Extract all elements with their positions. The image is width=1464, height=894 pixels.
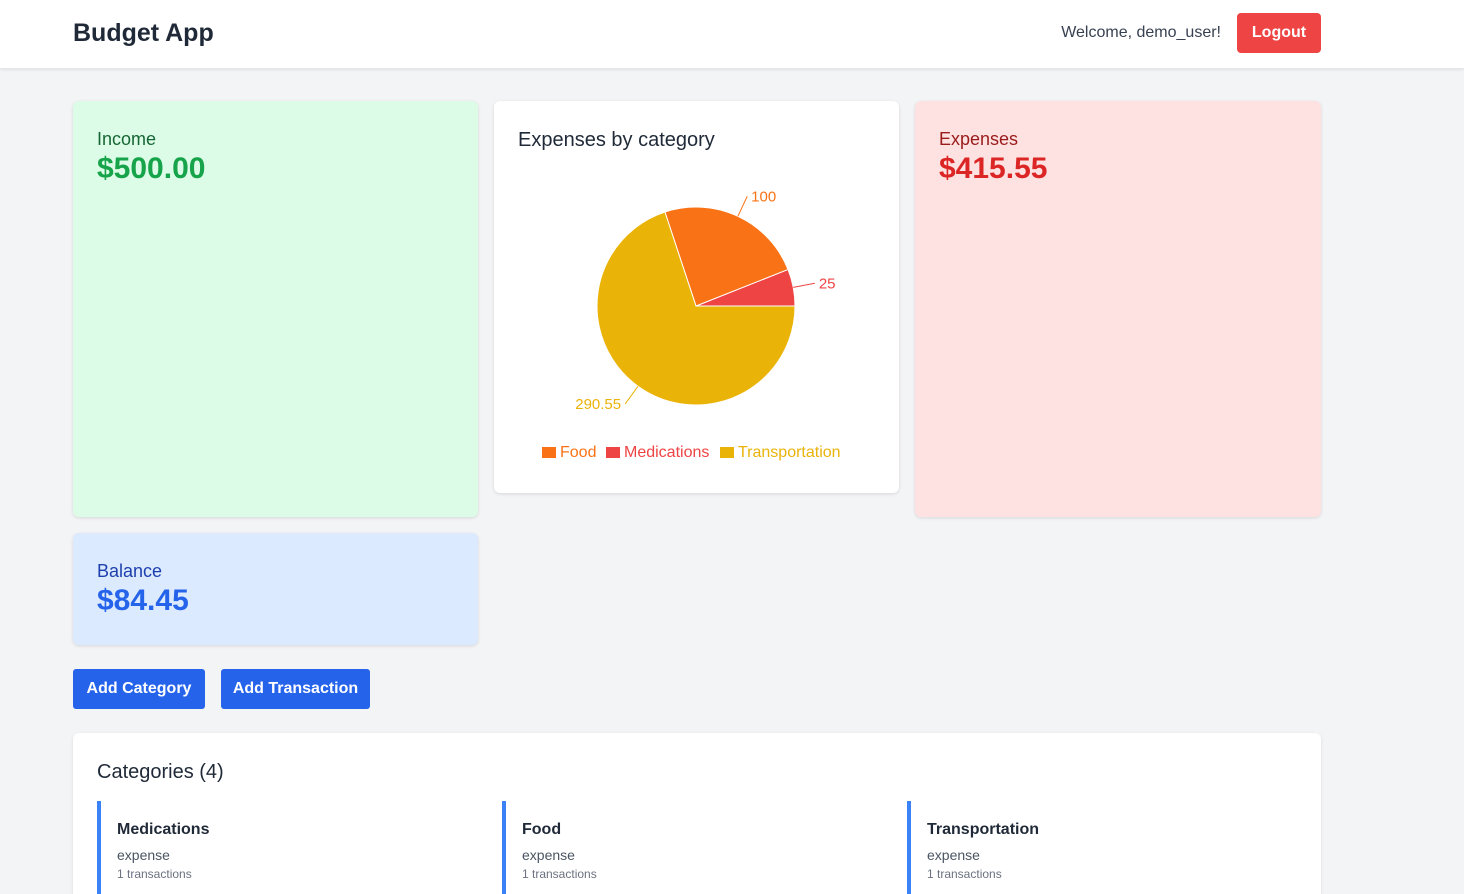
pie-label-leader (793, 282, 815, 288)
pie-label-transportation: 290.55 (575, 396, 621, 413)
legend-label: Food (560, 444, 596, 461)
category-type: expense (927, 847, 980, 863)
pie-label-medications: 25 (819, 275, 836, 292)
category-type: expense (117, 847, 170, 863)
pie-label-food: 100 (751, 188, 776, 205)
legend-item-medications[interactable]: Medications (606, 444, 709, 461)
expenses-amount: $415.55 (939, 152, 1048, 185)
category-type: expense (522, 847, 575, 863)
income-amount: $500.00 (97, 152, 206, 185)
category-transaction-count: 1 transactions (522, 867, 597, 881)
legend-label: Transportation (738, 444, 841, 461)
categories-heading: Categories (4) (97, 761, 224, 783)
legend-item-transportation[interactable]: Transportation (720, 444, 841, 461)
legend-swatch (542, 447, 556, 458)
categories-panel: Categories (4) Medications expense 1 tra… (73, 733, 1321, 894)
category-card-food[interactable]: Food expense 1 transactions (502, 801, 882, 894)
category-card-transportation[interactable]: Transportation expense 1 transactions (907, 801, 1287, 894)
balance-amount: $84.45 (97, 584, 189, 617)
top-navbar: Budget App Welcome, demo_user! Logout (0, 0, 1464, 69)
legend-swatch (720, 447, 734, 458)
welcome-message: Welcome, demo_user! (1061, 24, 1221, 41)
pie-label-leader (624, 385, 639, 405)
expenses-card: Expenses $415.55 (915, 101, 1321, 517)
legend-item-food[interactable]: Food (542, 444, 596, 461)
balance-label: Balance (97, 561, 163, 581)
app-brand: Budget App (73, 19, 214, 47)
add-transaction-button[interactable]: Add Transaction (221, 669, 370, 709)
balance-card: Balance $84.45 (73, 533, 478, 645)
category-name: Medications (117, 821, 210, 838)
legend-swatch (606, 447, 620, 458)
legend-label: Medications (624, 444, 709, 461)
category-name: Transportation (927, 821, 1040, 838)
logout-button[interactable]: Logout (1237, 13, 1321, 53)
category-transaction-count: 1 transactions (927, 867, 1002, 881)
category-card-medications[interactable]: Medications expense 1 transactions (97, 801, 477, 894)
expenses-pie-chart: 25 100 290.55 Food Medications Transportation (542, 188, 841, 461)
pie-label-leader (737, 196, 748, 217)
income-label: Income (97, 129, 157, 149)
expenses-label: Expenses (939, 129, 1019, 149)
add-category-button[interactable]: Add Category (73, 669, 205, 709)
category-name: Food (522, 821, 562, 838)
income-card: Income $500.00 (73, 101, 478, 517)
category-transaction-count: 1 transactions (117, 867, 192, 881)
expenses-chart-card: Expenses by category 25 100 290.55 Food Medi… (494, 101, 899, 493)
